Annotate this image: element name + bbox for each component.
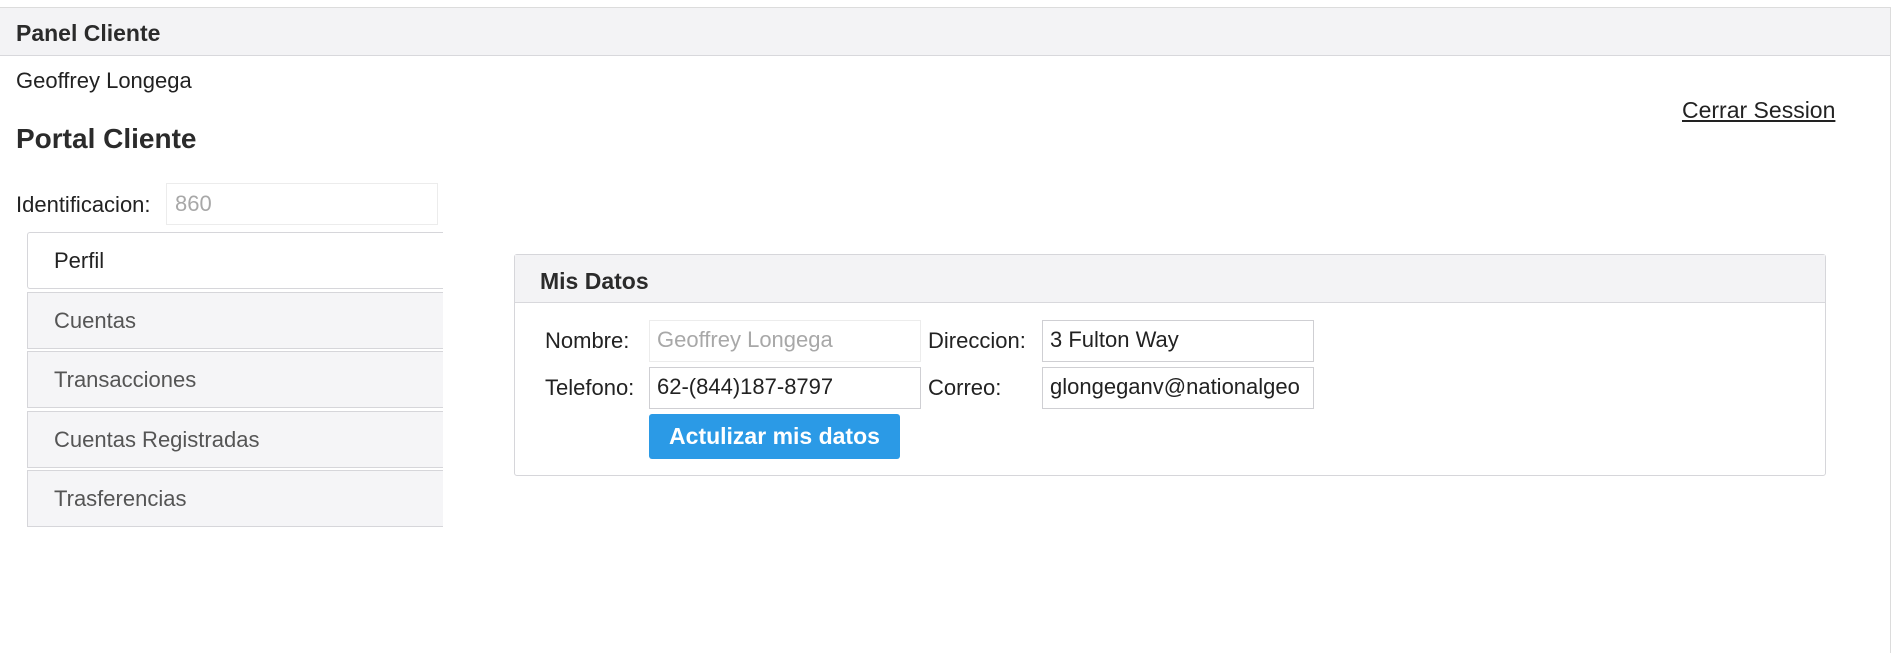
nav-item-transacciones[interactable]: Transacciones xyxy=(27,351,443,408)
panel-header: Panel Cliente xyxy=(0,8,1890,56)
nav-item-cuentas-registradas[interactable]: Cuentas Registradas xyxy=(27,411,443,468)
nav-item-trasferencias[interactable]: Trasferencias xyxy=(27,470,443,527)
direccion-label: Direccion: xyxy=(928,328,1026,353)
nombre-label: Nombre: xyxy=(545,328,630,353)
panel-title: Panel Cliente xyxy=(16,20,161,46)
profile-card-title: Mis Datos xyxy=(540,268,649,294)
identification-input[interactable] xyxy=(166,183,438,225)
update-data-button[interactable]: Actulizar mis datos xyxy=(649,414,900,459)
portal-title: Portal Cliente xyxy=(16,123,197,154)
telefono-input[interactable]: 62-(844)187-8797 xyxy=(649,367,921,409)
nombre-input[interactable]: Geoffrey Longega xyxy=(649,320,921,362)
logout-link[interactable]: Cerrar Session xyxy=(1682,97,1835,124)
identification-label: Identificacion: xyxy=(16,192,151,217)
telefono-label: Telefono: xyxy=(545,375,635,400)
profile-card: Mis Datos Nombre: Geoffrey Longega Direc… xyxy=(514,254,1826,476)
correo-input[interactable]: glongeganv@nationalgeo xyxy=(1042,367,1314,409)
direccion-input[interactable]: 3 Fulton Way xyxy=(1042,320,1314,362)
nav-item-cuentas[interactable]: Cuentas xyxy=(27,292,443,349)
correo-label: Correo: xyxy=(928,375,1002,400)
profile-card-header: Mis Datos xyxy=(515,255,1825,303)
nav-item-perfil[interactable]: Perfil xyxy=(27,232,443,289)
user-name: Geoffrey Longega xyxy=(16,68,192,93)
